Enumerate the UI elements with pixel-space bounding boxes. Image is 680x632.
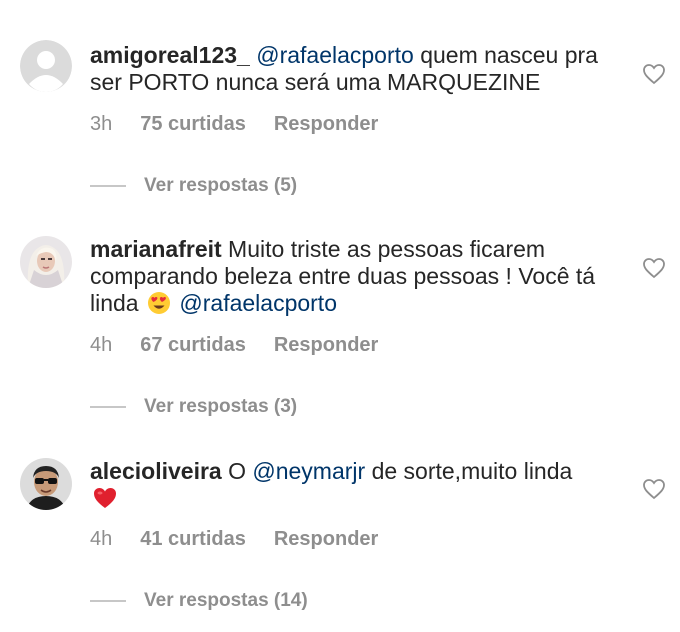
- reply-button[interactable]: Responder: [274, 528, 378, 551]
- heart-like-icon[interactable]: [642, 478, 666, 500]
- comment-text: amigoreal123_ @rafaelacporto quem nasceu…: [90, 42, 630, 96]
- view-replies-label: Ver respostas (3): [144, 396, 298, 417]
- heart-like-icon[interactable]: [642, 63, 666, 85]
- mention-link[interactable]: @neymarjr: [252, 458, 365, 484]
- avatar[interactable]: [20, 236, 72, 288]
- comment-time: 4h: [90, 334, 113, 356]
- comment-meta: 4h 67 curtidas Responder: [90, 334, 378, 357]
- heart-like-icon[interactable]: [642, 257, 666, 279]
- comment-time: 3h: [90, 113, 113, 135]
- view-replies-button[interactable]: Ver respostas (3): [90, 396, 297, 418]
- likes-count[interactable]: 75 curtidas: [140, 113, 246, 136]
- comment-username[interactable]: alecioliveira: [90, 458, 222, 484]
- man-sunglasses-photo: [20, 458, 72, 510]
- view-replies-label: Ver respostas (5): [144, 175, 298, 196]
- view-replies-button[interactable]: Ver respostas (5): [90, 175, 297, 197]
- reply-button[interactable]: Responder: [274, 113, 378, 136]
- reply-button[interactable]: Responder: [274, 334, 378, 357]
- view-replies-label: Ver respostas (14): [144, 590, 308, 611]
- heart-eyes-emoji-icon: [148, 292, 170, 314]
- comment-body-end: de sorte,muito linda: [365, 458, 573, 484]
- avatar[interactable]: [20, 40, 72, 92]
- replies-divider: [90, 406, 126, 408]
- default-avatar-icon: [20, 40, 72, 92]
- avatar[interactable]: [20, 458, 72, 510]
- comment-time: 4h: [90, 528, 113, 550]
- replies-divider: [90, 185, 126, 187]
- likes-count[interactable]: 41 curtidas: [140, 528, 246, 551]
- likes-count[interactable]: 67 curtidas: [140, 334, 246, 357]
- mention-link[interactable]: @rafaelacporto: [256, 42, 414, 68]
- replies-divider: [90, 600, 126, 602]
- view-replies-button[interactable]: Ver respostas (14): [90, 590, 308, 612]
- comment-text: alecioliveira O @neymarjr de sorte,muito…: [90, 458, 630, 512]
- comment-meta: 3h 75 curtidas Responder: [90, 113, 378, 136]
- comment-meta: 4h 41 curtidas Responder: [90, 528, 378, 551]
- comment-text: marianafreit Muito triste as pessoas fic…: [90, 236, 630, 317]
- red-heart-emoji-icon: [94, 488, 116, 508]
- mention-link[interactable]: @rafaelacporto: [179, 290, 337, 316]
- comment-username[interactable]: marianafreit: [90, 236, 222, 262]
- blonde-woman-photo: [20, 236, 72, 288]
- comment-username[interactable]: amigoreal123_: [90, 42, 250, 68]
- comment-body: O: [221, 458, 253, 484]
